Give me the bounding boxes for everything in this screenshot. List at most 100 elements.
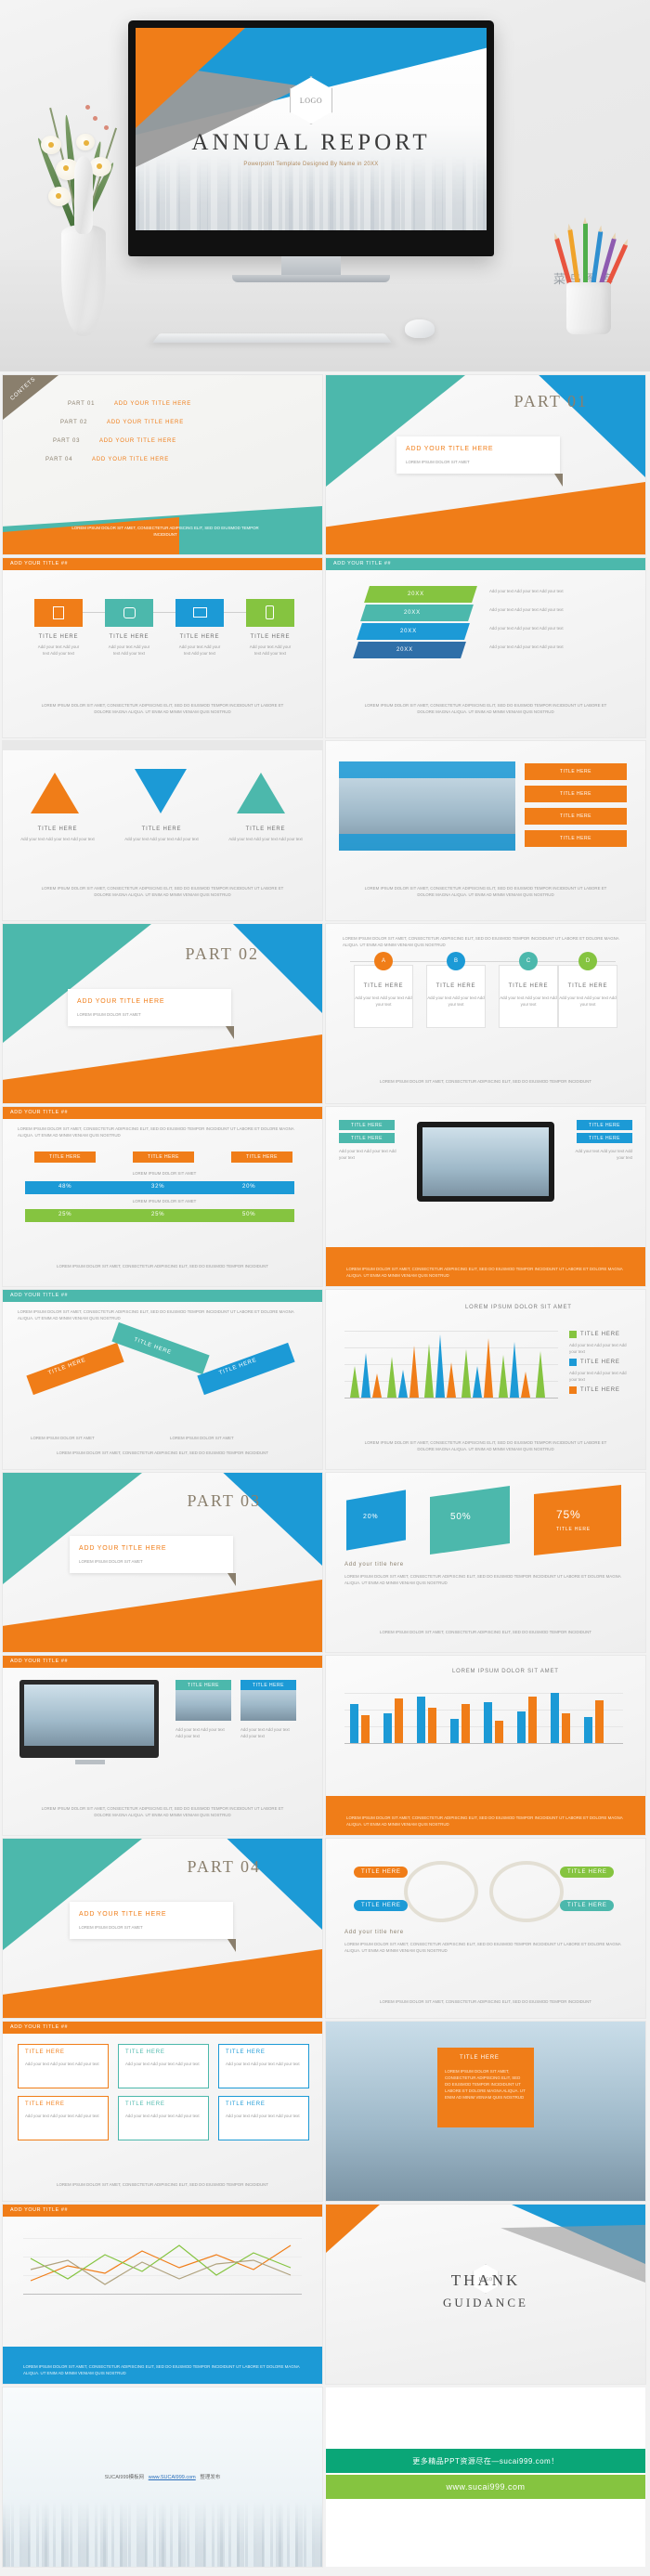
pointer-icon — [226, 1026, 234, 1039]
triangle-orange — [31, 773, 79, 813]
slide-thumbnail-percent3[interactable]: 20% 50% 75% TITLE HERE Add your title he… — [326, 1473, 645, 1652]
slide-thumbnail-photo-list[interactable]: TITLE HERE TITLE HERE TITLE HERE TITLE H… — [326, 741, 645, 920]
slide-thumbnail-part04[interactable]: PART 04 ADD YOUR TITLE HERE LOREM IPSUM … — [3, 1839, 322, 2018]
slide-header: ADD YOUR TITLE ## — [10, 561, 69, 566]
slide-thumbnail-thanks[interactable]: LOGO THANK GUIDANCE — [326, 2205, 645, 2384]
slide-thumbnail-part01[interactable]: PART 01 ADD YOUR TITLE HERE LOREM IPSUM … — [326, 375, 645, 554]
pill-title: TITLE HERE — [567, 1903, 607, 1908]
card-body: Add your text Add your text Add your tex… — [125, 2062, 200, 2066]
cone-bar — [447, 1362, 456, 1398]
slide-footer-text: LOREM IPSUM DOLOR SIT AMET, CONSECTETUR … — [364, 702, 607, 714]
mobile-icon — [266, 605, 274, 619]
monitor-photo — [24, 1685, 154, 1746]
card-title: TITLE HERE — [38, 634, 79, 640]
slide-thumbnail-line-chart[interactable]: ADD YOUR TITLE ## LOREM IPSUM DOLOR SIT … — [3, 2205, 322, 2384]
card-title: TITLE HERE — [250, 634, 291, 640]
slide-caption: Add your title here — [344, 1562, 404, 1568]
thanks-line1: THANK — [450, 2271, 521, 2289]
step-title: TITLE HERE — [508, 983, 549, 989]
tag-2: TITLE HERE — [133, 1151, 194, 1163]
bar — [428, 1708, 436, 1743]
bar — [395, 1698, 403, 1743]
column-title: TITLE HERE — [245, 826, 286, 832]
cone-bar — [484, 1338, 493, 1398]
bar — [361, 1715, 370, 1743]
band-year: 20XX — [408, 592, 424, 597]
slide-footer-text: LOREM IPSUM DOLOR SIT AMET, CONSECTETUR … — [346, 1815, 623, 1827]
slide-body: LOREM IPSUM DOLOR SIT AMET, CONSECTETUR … — [344, 1942, 621, 1954]
bud-icon — [93, 116, 98, 121]
card-title: TITLE HERE — [25, 2049, 65, 2055]
slide-footer-text: LOREM IPSUM DOLOR SIT AMET, CONSECTETUR … — [57, 1263, 268, 1268]
card-body: Add your text Add your text Add your tex… — [249, 644, 292, 657]
slide-thumbnail-zigzag[interactable]: ADD YOUR TITLE ## LOREM IPSUM DOLOR SIT … — [3, 1290, 322, 1469]
cover-subtitle: Powerpoint Template Designed By Name in … — [243, 162, 379, 167]
slide-thumbnail-part03[interactable]: PART 03 ADD YOUR TITLE HERE LOREM IPSUM … — [3, 1473, 322, 1652]
bar — [528, 1697, 537, 1743]
card-body: Add your text Add your text Add your tex… — [25, 2062, 99, 2066]
slide-thumbnail-bars-progress[interactable]: ADD YOUR TITLE ## LOREM IPSUM DOLOR SIT … — [3, 1107, 322, 1286]
triangle-blue — [135, 769, 187, 813]
contents-item-title: ADD YOUR TITLE HERE — [107, 420, 184, 425]
cone-bar — [510, 1342, 519, 1398]
slide-thumbnail-cards6[interactable]: ADD YOUR TITLE ## TITLE HERE TITLE HERE … — [3, 2022, 322, 2201]
slide-header: ADD YOUR TITLE ## — [333, 561, 392, 566]
slide-thumbnail-bar-chart[interactable]: LOREM IPSUM DOLOR SIT AMET LOREM IPSUM D… — [326, 1656, 645, 1835]
slide-thumbnail-contents[interactable]: CONTETS PART 01 ADD YOUR TITLE HERE PART… — [3, 375, 322, 554]
zigzag-body: LOREM IPSUM DOLOR SIT AMET — [170, 1435, 234, 1440]
monitor-stand-base — [232, 275, 390, 282]
cone-bar — [436, 1334, 445, 1398]
slide-thumbnail-icons4[interactable]: ADD YOUR TITLE ## TITLE HERE TITLE HERE … — [3, 558, 322, 737]
card-title: TITLE HERE — [226, 2101, 266, 2107]
slide-caption: Add your title here — [344, 1930, 404, 1935]
contents-item-no: PART 03 — [53, 438, 81, 444]
percent-card-1 — [346, 1490, 406, 1551]
slide-thumbnail-steps4[interactable]: LOREM IPSUM DOLOR SIT AMET, CONSECTETUR … — [326, 924, 645, 1103]
slide-thumbnail-part02[interactable]: PART 02 ADD YOUR TITLE HERE LOREM IPSUM … — [3, 924, 322, 1103]
monitor-mockup: LOGO ANNUAL REPORT Powerpoint Template D… — [128, 20, 494, 282]
slide-thumbnail-tablet-photo[interactable]: TITLE HERE TITLE HERE Add your text Add … — [326, 1107, 645, 1286]
monitor-stand-neck — [281, 256, 341, 275]
left-tag-1: TITLE HERE — [339, 1120, 395, 1130]
slide-footer-text: LOREM IPSUM DOLOR SIT AMET, CONSECTETUR … — [23, 2363, 300, 2375]
promo-banner[interactable]: 更多精品PPT资源尽在—sucai999.com！ www.sucai999.c… — [326, 2387, 645, 2567]
slide-thumbnail-infinity[interactable]: TITLE HERE TITLE HERE TITLE HERE TITLE H… — [326, 1839, 645, 2018]
cone-bar — [387, 1357, 396, 1398]
slide-thumbnail-monitor-photos[interactable]: ADD YOUR TITLE ## TITLE HERE TITLE HERE … — [3, 1656, 322, 1835]
card-title: TITLE HERE — [179, 634, 220, 640]
band-year: 20XX — [396, 647, 413, 653]
infinity-loop-left — [404, 1861, 478, 1922]
slide-thumbnail-triangles3[interactable]: TITLE HERE TITLE HERE TITLE HERE Add you… — [3, 741, 322, 920]
part-number: PART 04 — [187, 1857, 261, 1876]
right-tag-2: TITLE HERE — [577, 1133, 632, 1143]
logo-text: LOGO — [299, 96, 323, 105]
band-body: Add your text Add your text Add your tex… — [489, 626, 564, 631]
line-chart-svg — [30, 2244, 292, 2285]
card-body: Add your text Add your text Add your tex… — [25, 2114, 99, 2118]
slide-thumbnail-city-orange[interactable]: TITLE HERE LOREM IPSUM DOLOR SIT AMET, C… — [326, 2022, 645, 2201]
box-body: LOREM IPSUM DOLOR SIT AMET, CONSECTETUR … — [445, 2069, 526, 2101]
slide-subtitle: LOREM IPSUM DOLOR SIT AMET — [77, 1012, 141, 1017]
slide-thumbnail-cone-chart[interactable]: LOREM IPSUM DOLOR SIT AMET TITLE HERE Ad… — [326, 1290, 645, 1469]
cone-bar — [424, 1344, 434, 1398]
slide-title: ADD YOUR TITLE HERE — [79, 1545, 167, 1552]
slide-footer-text: LOREM IPSUM DOLOR SIT AMET, CONSECTETUR … — [57, 1450, 268, 1455]
thanks-line2: GUIDANCE — [443, 2296, 528, 2309]
legend-label: TITLE HERE — [580, 1387, 620, 1393]
slide-thumbnail-credit[interactable]: SUCAI999模板网 www.SUCAI999.com 整理发布 — [3, 2387, 322, 2567]
slide-footer-text: LOREM IPSUM DOLOR SIT AMET, CONSECTETUR … — [72, 525, 259, 537]
id-card-icon — [53, 606, 64, 619]
decor-pencil-cup — [546, 195, 630, 334]
keyboard-mockup — [151, 333, 393, 344]
slide-intro: LOREM IPSUM DOLOR SIT AMET, CONSECTETUR … — [343, 936, 619, 948]
credit-link[interactable]: www.SUCAI999.com — [149, 2475, 196, 2480]
cover-title: ANNUAL REPORT — [191, 130, 431, 155]
slide-thumbnail-stack-years[interactable]: ADD YOUR TITLE ## 20XX 20XX 20XX 20XX Ad… — [326, 558, 645, 737]
column-title: TITLE HERE — [37, 826, 78, 832]
list-row-title: TITLE HERE — [525, 763, 627, 780]
cone-bar — [536, 1351, 545, 1398]
slide-footer-text: LOREM IPSUM DOLOR SIT AMET, CONSECTETUR … — [346, 1266, 623, 1278]
slide-footer-text: LOREM IPSUM DOLOR SIT AMET, CONSECTETUR … — [41, 1805, 284, 1817]
credit-text: SUCAI999模板网 — [104, 2475, 145, 2480]
slide-subtitle: LOREM IPSUM DOLOR SIT AMET — [79, 1925, 143, 1930]
